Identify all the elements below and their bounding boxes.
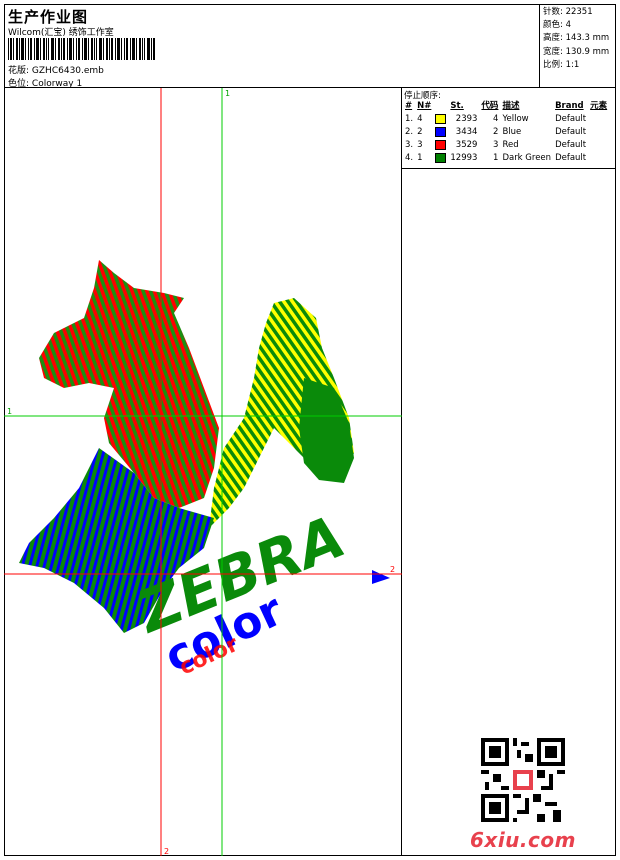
header: 生产作业图 Wilcom(汇宝) 绣饰工作室 花版: GZHC6430.emb … (4, 4, 616, 89)
axis-label-right: 2 (390, 565, 395, 574)
color-swatch-yellow (435, 113, 447, 124)
color-swatch-dark-green (435, 152, 447, 163)
legend-row: 1. 4 2393 4 Yellow Default (405, 113, 587, 124)
design-file-line: 花版: GZHC6430.emb (8, 63, 104, 76)
col-needle: N# (417, 101, 432, 111)
triangle-mark (372, 570, 390, 584)
embroidery-design: ZEBRA color color 1 1 2 2 (4, 88, 402, 856)
thread-legend: 停止顺序: # N# St. 代码 描述 Brand 元素 1. 4 2393 4 … (402, 88, 616, 169)
axis-label-left: 1 (7, 407, 12, 416)
stat-stitches: 针数: 22351 (543, 7, 593, 17)
col-code: 代码 (481, 101, 499, 111)
axis-label-top: 1 (225, 89, 230, 98)
col-brand: Brand (555, 101, 584, 111)
legend-table: # N# St. 代码 描述 Brand 元素 1. 4 2393 4 Yellow… (403, 100, 609, 165)
stat-scale: 比例: 1:1 (543, 59, 580, 70)
color-swatch-blue (435, 126, 447, 137)
col-number: # (405, 101, 413, 111)
axis-label-bottom: 2 (164, 847, 169, 856)
qr-code (481, 738, 565, 822)
barcode (8, 38, 155, 60)
stat-height: 高度: 143.3 mm (543, 33, 610, 44)
legend-row: 4. 1 12993 1 Dark Green Default (405, 152, 587, 163)
design-preview: ZEBRA color color 1 1 2 2 (4, 88, 402, 856)
color-swatch-red (435, 139, 447, 150)
col-stitches: St. (450, 101, 464, 111)
watermark-logo: 6xiu.com (470, 828, 576, 852)
legend-header-row: # N# St. 代码 描述 Brand 元素 (403, 100, 609, 113)
page-title: 生产作业图 (8, 8, 89, 26)
stat-width: 宽度: 130.9 mm (543, 46, 610, 57)
col-description: 描述 (502, 101, 520, 111)
file-value: GZHC6430.emb (31, 66, 104, 76)
legend-row: 2. 2 3434 2 Blue Default (405, 126, 587, 137)
file-label: 花版: (8, 66, 30, 76)
stat-colors: 颜色: 4 (543, 20, 571, 31)
design-stats: 针数: 22351 颜色: 4 高度: 143.3 mm 宽度: 130.9 m… (539, 4, 616, 87)
zebra-green-head (299, 378, 354, 483)
col-element: 元素 (590, 101, 608, 111)
legend-row: 3. 3 3529 3 Red Default (405, 139, 587, 150)
studio-name: Wilcom(汇宝) 绣饰工作室 (8, 28, 114, 38)
